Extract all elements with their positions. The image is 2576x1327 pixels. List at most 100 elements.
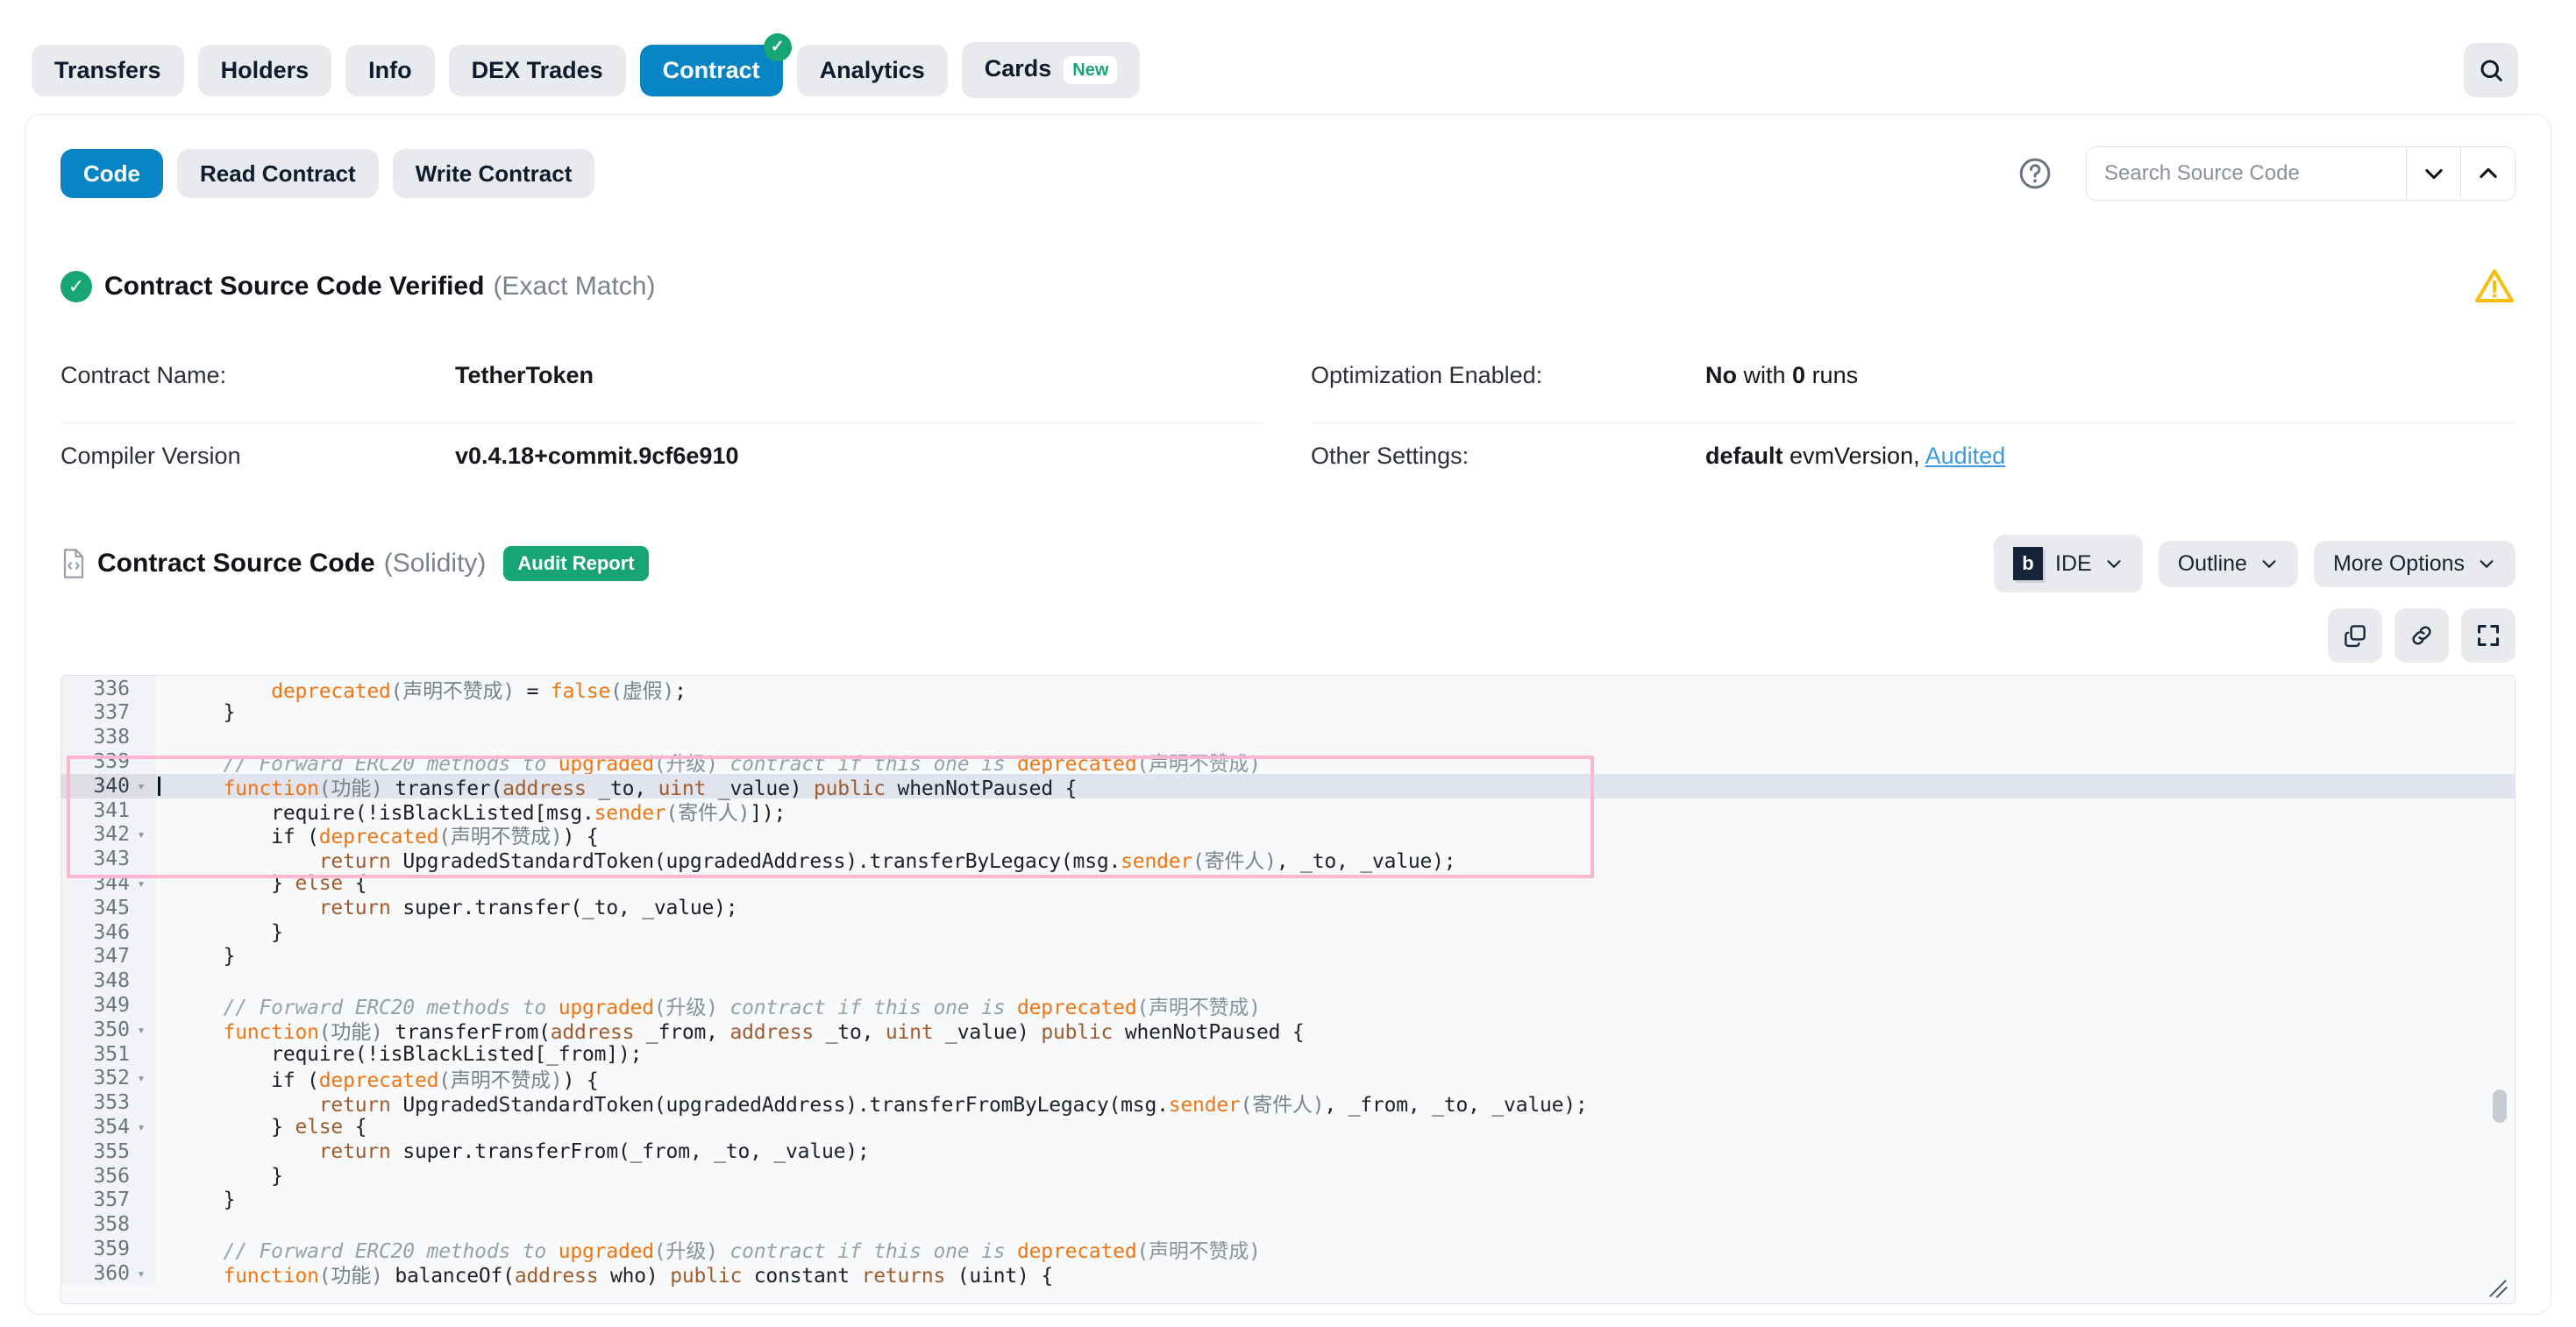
code-line[interactable]: 356 } [61, 1164, 2515, 1189]
subtab-read-contract[interactable]: Read Contract [177, 149, 379, 198]
code-line[interactable]: 349 // Forward ERC20 methods to upgraded… [61, 993, 2515, 1018]
subtab-code[interactable]: Code [60, 149, 163, 198]
code-text: function(功能) transferFrom(address _from,… [156, 1015, 1305, 1045]
line-number: 358 [61, 1212, 156, 1237]
code-line[interactable]: 340▾ function(功能) transfer(address _to, … [61, 774, 2515, 798]
code-line[interactable]: 342▾ if (deprecated(声明不赞成)) { [61, 823, 2515, 848]
code-line[interactable]: 360▾ function(功能) balanceOf(address who)… [61, 1261, 2515, 1286]
fold-toggle-icon[interactable]: ▾ [135, 1022, 147, 1038]
code-line[interactable]: 338 [61, 725, 2515, 749]
verification-status-row: ✓ Contract Source Code Verified (Exact M… [60, 266, 2516, 308]
more-options-button-label: More Options [2333, 553, 2465, 575]
fullscreen-icon [2475, 622, 2501, 649]
code-line[interactable]: 344▾ } else { [61, 871, 2515, 896]
chevron-up-icon [2476, 161, 2501, 186]
tab-contract[interactable]: Contract✓ [640, 45, 783, 96]
info-value: TetherToken [455, 362, 594, 389]
code-line[interactable]: 358 [61, 1212, 2515, 1237]
line-number: 357 [61, 1189, 156, 1213]
contract-subtab-row: Code Read Contract Write Contract [60, 146, 2516, 201]
line-number: 352▾ [61, 1067, 156, 1091]
tab-info[interactable]: Info [345, 45, 434, 96]
code-text: } [156, 945, 235, 968]
code-text: return UpgradedStandardToken(upgradedAdd… [156, 844, 1455, 874]
code-line[interactable]: 351 require(!isBlackListed[_from]); [61, 1042, 2515, 1067]
code-line[interactable]: 347 } [61, 945, 2515, 969]
editor-scrollbar-track[interactable] [2492, 678, 2509, 1302]
editor-resize-handle[interactable] [2487, 1277, 2509, 1300]
warning-triangle-icon[interactable] [2473, 266, 2516, 308]
code-line[interactable]: 336 deprecated(声明不赞成) = false(虚假); [61, 677, 2515, 701]
line-number: 360▾ [61, 1261, 156, 1286]
info-row-optimization: Optimization Enabled: No with 0 runs [1311, 343, 2516, 423]
line-number: 340▾ [61, 774, 156, 798]
tab-cards[interactable]: CardsNew [962, 42, 1141, 98]
search-next-button[interactable] [2406, 147, 2460, 200]
code-line[interactable]: 343 return UpgradedStandardToken(upgrade… [61, 847, 2515, 871]
editor-action-icons [60, 608, 2516, 663]
tab-verified-check-icon: ✓ [764, 33, 792, 61]
audited-link[interactable]: Audited [1925, 443, 2006, 469]
verified-match-type: (Exact Match) [493, 272, 655, 302]
chevron-down-icon [2104, 554, 2124, 573]
code-text: deprecated(声明不赞成) = false(虚假); [156, 675, 687, 704]
tab-label: Info [368, 57, 411, 83]
info-row-compiler-version: Compiler Version v0.4.18+commit.9cf6e910 [60, 423, 1265, 503]
code-line[interactable]: 339 // Forward ERC20 methods to upgraded… [61, 749, 2515, 774]
editor-scrollbar-thumb[interactable] [2493, 1089, 2507, 1123]
code-line[interactable]: 354▾ } else { [61, 1115, 2515, 1139]
audit-report-badge[interactable]: Audit Report [503, 546, 648, 581]
fold-toggle-icon[interactable]: ▾ [135, 778, 147, 794]
code-text: return super.transfer(_to, _value); [156, 897, 737, 919]
code-line[interactable]: 357 } [61, 1189, 2515, 1213]
more-options-dropdown-button[interactable]: More Options [2314, 541, 2516, 587]
code-line[interactable]: 337 } [61, 701, 2515, 726]
info-row-contract-name: Contract Name: TetherToken [60, 343, 1265, 423]
tab-dex-trades[interactable]: DEX Trades [449, 45, 626, 96]
fullscreen-button[interactable] [2461, 608, 2516, 663]
ide-dropdown-button[interactable]: b IDE [1994, 535, 2143, 593]
fold-toggle-icon[interactable]: ▾ [135, 1119, 147, 1135]
code-line[interactable]: 348 [61, 969, 2515, 993]
code-text: require(!isBlackListed[_from]); [156, 1043, 642, 1066]
code-line[interactable]: 353 return UpgradedStandardToken(upgrade… [61, 1090, 2515, 1115]
code-line[interactable]: 345 return super.transfer(_to, _value); [61, 896, 2515, 920]
question-circle-icon[interactable] [2017, 156, 2053, 191]
subtab-write-contract[interactable]: Write Contract [393, 149, 595, 198]
code-line[interactable]: 350▾ function(功能) transferFrom(address _… [61, 1018, 2515, 1042]
line-number: 339 [61, 749, 156, 774]
tab-holders[interactable]: Holders [198, 45, 332, 96]
ide-button-label: IDE [2055, 553, 2092, 575]
tab-label: Analytics [820, 57, 925, 83]
info-value-bold: TetherToken [455, 362, 594, 388]
code-line[interactable]: 341 require(!isBlackListed[msg.sender(寄件… [61, 798, 2515, 823]
fold-toggle-icon[interactable]: ▾ [135, 1266, 147, 1281]
code-line[interactable]: 355 return super.transferFrom(_from, _to… [61, 1139, 2515, 1164]
copy-source-button[interactable] [2328, 608, 2382, 663]
fold-toggle-icon[interactable]: ▾ [135, 1070, 147, 1086]
line-number: 350▾ [61, 1018, 156, 1042]
outline-dropdown-button[interactable]: Outline [2159, 541, 2298, 587]
outline-button-label: Outline [2178, 553, 2247, 575]
tab-label: Holders [221, 57, 310, 83]
search-input[interactable] [2087, 147, 2406, 200]
line-number: 353 [61, 1090, 156, 1115]
search-icon-button[interactable] [2464, 43, 2518, 97]
contract-info-grid: Contract Name: TetherToken Compiler Vers… [60, 343, 2516, 503]
fold-toggle-icon[interactable]: ▾ [135, 827, 147, 842]
line-number: 341 [61, 798, 156, 823]
code-line[interactable]: 359 // Forward ERC20 methods to upgraded… [61, 1237, 2515, 1261]
search-icon [2478, 57, 2504, 83]
info-label: Other Settings: [1311, 443, 1705, 470]
source-search-box [2086, 146, 2516, 201]
tab-analytics[interactable]: Analytics [797, 45, 948, 96]
tab-transfers[interactable]: Transfers [32, 45, 184, 96]
code-line[interactable]: 352▾ if (deprecated(声明不赞成)) { [61, 1067, 2515, 1091]
fold-toggle-icon[interactable]: ▾ [135, 876, 147, 891]
search-prev-button[interactable] [2460, 147, 2515, 200]
source-code-editor[interactable]: 335 balances[owner] = _initialSupply;336… [60, 675, 2516, 1304]
code-line[interactable]: 346 } [61, 920, 2515, 945]
copy-link-button[interactable] [2395, 608, 2449, 663]
code-lines-container: 335 balances[owner] = _initialSupply;336… [61, 675, 2515, 1303]
blockscout-b-icon: b [2013, 547, 2043, 580]
